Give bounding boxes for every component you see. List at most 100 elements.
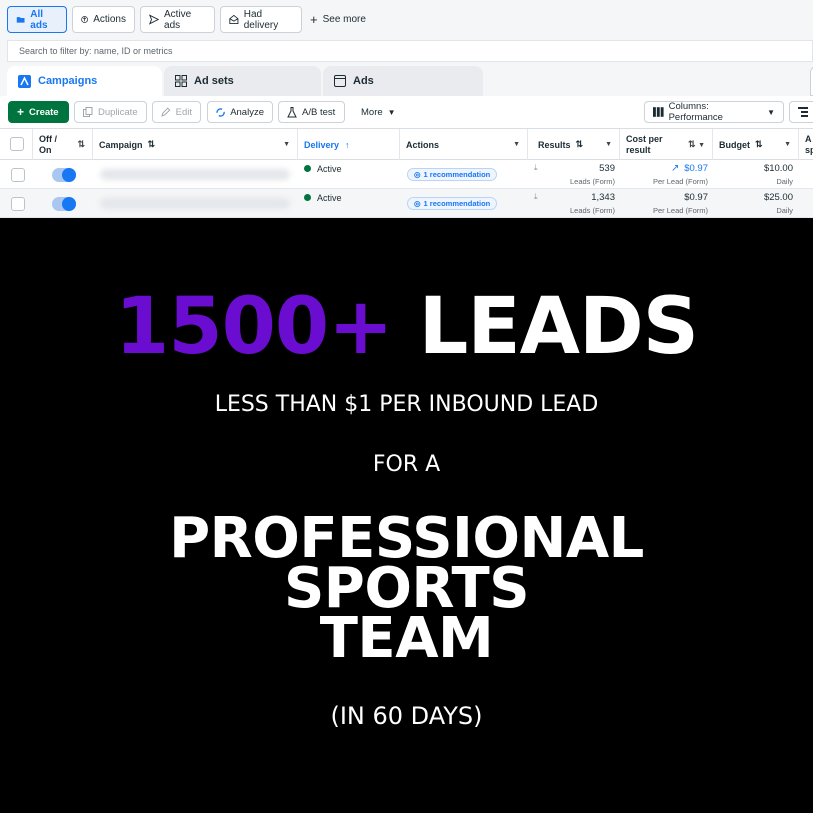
results-header[interactable]: Results ⇅ ▼	[528, 129, 620, 160]
caret-down-icon: ▼	[513, 141, 520, 148]
folder-icon	[16, 17, 25, 23]
cost-per-result-header[interactable]: Cost per result ⇅ ▼	[620, 129, 713, 160]
delivery-header[interactable]: Delivery ↑	[298, 129, 400, 160]
download-icon: ⤓	[534, 163, 538, 172]
duplicate-icon	[83, 107, 93, 117]
active-ads-filter[interactable]: Active ads	[140, 6, 215, 33]
amount-spent-header[interactable]: A sp	[799, 129, 813, 160]
search-placeholder: Search to filter by: name, ID or metrics	[19, 46, 173, 56]
actions-label: Actions	[93, 14, 126, 25]
breakdown-icon	[798, 107, 808, 117]
recommendation-badge[interactable]: ◎ 1 recommendation	[407, 168, 498, 181]
breakdown-button[interactable]	[789, 101, 813, 123]
send-icon	[149, 14, 160, 25]
caret-down-icon: ▼	[767, 107, 775, 117]
recommendation-badge[interactable]: ◎ 1 recommendation	[407, 197, 498, 210]
promo-timeframe: (IN 60 DAYS)	[330, 702, 483, 730]
headline-word: LEADS	[418, 282, 699, 372]
tab-campaigns[interactable]: Campaigns	[7, 66, 162, 96]
pencil-icon	[161, 107, 171, 117]
status-dot-icon	[304, 165, 311, 172]
table-row[interactable]: Active ◎ 1 recommendation ⤓ 1,343 Leads (…	[0, 189, 813, 218]
tab-ads[interactable]: Ads	[323, 66, 483, 96]
actions-filter[interactable]: Actions	[72, 6, 135, 33]
off-on-label: Off / On	[39, 133, 57, 155]
caret-down-icon: ▼	[605, 141, 612, 148]
campaign-name-blurred[interactable]	[100, 169, 290, 180]
campaign-toggle[interactable]	[52, 168, 76, 182]
sort-icon: ⇅	[755, 139, 763, 149]
analyze-icon	[216, 107, 225, 117]
plus-icon: +	[310, 12, 318, 27]
filter-bar: All ads Actions Active ads Had delivery …	[0, 0, 813, 40]
promo-connector: FOR A	[372, 452, 441, 477]
ad-icon	[334, 75, 346, 87]
table-header: Off / On ⇅ Campaign ⇅ ▼ Delivery ↑ Actio…	[0, 128, 813, 160]
plus-icon: +	[17, 105, 25, 119]
table-row[interactable]: Active ◎ 1 recommendation ⤓ 539 Leads (Fo…	[0, 160, 813, 189]
budget-sub: Daily	[776, 206, 793, 215]
cost-value: $0.97	[684, 163, 708, 174]
off-on-header[interactable]: Off / On ⇅	[33, 129, 93, 160]
all-ads-filter[interactable]: All ads	[7, 6, 67, 33]
columns-icon	[653, 107, 664, 117]
all-ads-label: All ads	[30, 8, 48, 31]
columns-label: Columns: Performance	[668, 101, 723, 123]
edit-button[interactable]: Edit	[152, 101, 201, 123]
see-more-label: See more	[322, 14, 366, 25]
budget-value: $10.00	[763, 163, 793, 174]
select-all-header	[0, 129, 33, 160]
had-delivery-filter[interactable]: Had delivery	[220, 6, 302, 33]
analyze-button[interactable]: Analyze	[207, 101, 273, 123]
campaign-name-blurred[interactable]	[100, 198, 290, 209]
see-more-button[interactable]: + See more	[310, 6, 366, 33]
caret-down-icon: ▼	[784, 141, 791, 148]
campaign-icon	[18, 74, 31, 88]
promo-subline: LESS THAN $1 PER INBOUND LEAD	[214, 392, 599, 417]
duplicate-label: Duplicate	[98, 106, 138, 118]
recommendation-icon: ◎	[414, 199, 421, 208]
tab-ad-sets[interactable]: Ad sets	[164, 66, 321, 96]
columns-dropdown[interactable]: Columns: Performance ▼	[644, 101, 784, 123]
ab-test-label: A/B test	[302, 106, 336, 118]
cost-value: $0.97	[684, 192, 708, 203]
promo-headline: 1500+ LEADS	[0, 288, 813, 366]
analyze-label: Analyze	[230, 106, 264, 118]
promo-big-line-3: TEAM	[319, 606, 494, 671]
edit-label: Edit	[175, 106, 192, 118]
status-dot-icon	[304, 194, 311, 201]
delivery-label: Delivery	[304, 139, 340, 150]
cost-per-result-label: Cost per result	[626, 133, 663, 155]
budget-header[interactable]: Budget ⇅ ▼	[713, 129, 799, 160]
results-sub: Leads (Form)	[569, 206, 615, 215]
results-value: 539	[599, 163, 615, 174]
amount-spent-label: A sp	[805, 133, 813, 155]
select-all-checkbox[interactable]	[10, 137, 24, 151]
more-label: More	[361, 106, 383, 118]
tab-ad-sets-label: Ad sets	[194, 75, 234, 87]
search-input[interactable]: Search to filter by: name, ID or metrics	[7, 40, 813, 62]
actions-col-label: Actions	[406, 139, 440, 150]
duplicate-button[interactable]: Duplicate	[74, 101, 147, 123]
budget-label: Budget	[719, 139, 750, 150]
flask-icon	[287, 106, 297, 117]
campaign-header[interactable]: Campaign ⇅ ▼	[93, 129, 298, 160]
ab-test-button[interactable]: A/B test	[278, 101, 345, 123]
caret-down-icon: ▼	[283, 141, 290, 148]
sort-icon: ⇅	[575, 139, 584, 149]
budget-value: $25.00	[763, 192, 793, 203]
row-checkbox[interactable]	[11, 197, 25, 211]
delivery-status: Active	[304, 193, 342, 218]
campaign-toggle[interactable]	[52, 197, 76, 211]
cost-sub: Per Lead (Form)	[652, 177, 708, 186]
level-tabs: Campaigns Ad sets Ads	[0, 66, 813, 96]
headline-number: 1500+	[115, 282, 393, 372]
row-checkbox[interactable]	[11, 168, 25, 182]
delivery-value: Active	[317, 164, 342, 174]
recommendation-icon: ◎	[414, 170, 421, 179]
actions-header[interactable]: Actions ▼	[400, 129, 528, 160]
toolbar: + Create Duplicate Edit Analyze A/B test…	[0, 96, 813, 128]
create-button[interactable]: + Create	[8, 101, 69, 123]
more-button[interactable]: More ▼	[352, 101, 402, 123]
arrow-circle-icon	[81, 16, 88, 23]
